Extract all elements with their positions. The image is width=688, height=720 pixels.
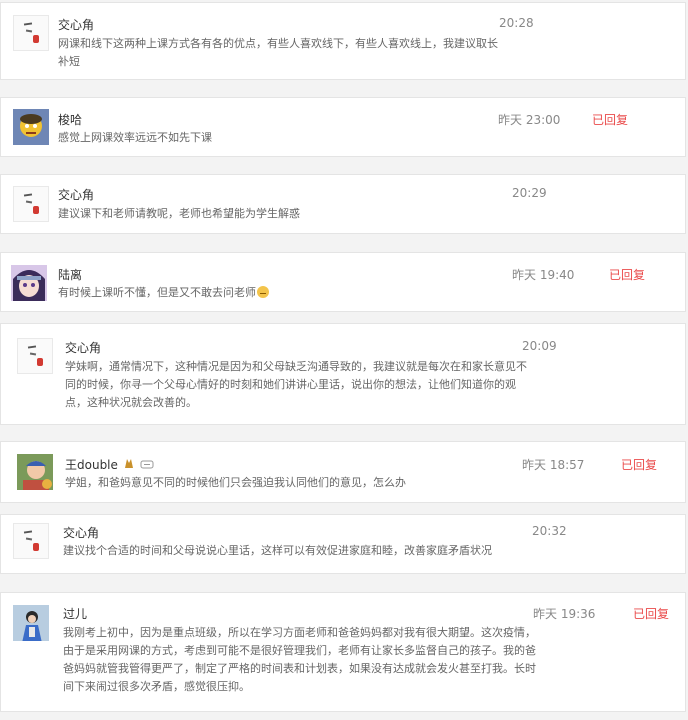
replied-status: 已回复 bbox=[633, 607, 670, 621]
commenter-name[interactable]: 过儿 bbox=[63, 605, 87, 622]
avatar[interactable] bbox=[17, 338, 53, 374]
avatar-image bbox=[13, 605, 49, 641]
avatar-image bbox=[17, 454, 53, 490]
avatar[interactable] bbox=[13, 523, 49, 559]
comment-text: 学姐，和爸妈意见不同的时候他们只会强迫我认同他们的意见，怎么办 bbox=[65, 476, 406, 489]
comment-card: 陆离 昨天 19:40 已回复 有时候上课听不懂，但是又不敢去问老师 bbox=[0, 252, 686, 312]
comment-time: 20:28 bbox=[499, 16, 534, 30]
comment-time: 昨天 23:00 bbox=[498, 113, 561, 127]
avatar-image bbox=[11, 265, 47, 301]
comment-time: 昨天 19:40 bbox=[512, 268, 575, 282]
comment-text: 我刚考上初中，因为是重点班级，所以在学习方面老师和爸爸妈妈都对我有很大期望。这次… bbox=[63, 626, 536, 693]
commenter-name-text: 王double bbox=[65, 458, 118, 472]
commenter-name[interactable]: 交心角 bbox=[63, 524, 99, 541]
comment-text: 建议课下和老师请教呢，老师也希望能为学生解惑 bbox=[58, 207, 300, 220]
comment-card: 过儿 昨天 19:36 已回复 我刚考上初中，因为是重点班级，所以在学习方面老师… bbox=[0, 592, 686, 712]
comment-card: 梭哈 昨天 23:00 已回复 感觉上网课效率远远不如先下课 bbox=[0, 97, 686, 157]
commenter-name[interactable]: 王double bbox=[65, 456, 154, 473]
fan-badge-icon bbox=[124, 459, 133, 468]
comment-text: 学妹啊，通常情况下，这种情况是因为和父母缺乏沟通导致的，我建议就是每次在和家长意… bbox=[65, 360, 527, 409]
comment-card: 交心角 20:32 建议找个合适的时间和父母说说心里话，这样可以有效促进家庭和睦… bbox=[0, 514, 686, 574]
comment-time: 20:29 bbox=[512, 186, 547, 200]
comment-card: 交心角 20:29 建议课下和老师请教呢，老师也希望能为学生解惑 bbox=[0, 174, 686, 234]
comment-time: 昨天 18:57 bbox=[522, 458, 585, 472]
comment-time: 20:32 bbox=[532, 524, 567, 538]
avatar[interactable] bbox=[13, 605, 49, 641]
awkward-face-emoji-icon bbox=[257, 286, 269, 298]
replied-status: 已回复 bbox=[621, 458, 658, 472]
comment-time: 20:09 bbox=[522, 339, 557, 353]
avatar[interactable] bbox=[13, 109, 49, 145]
comment-text: 建议找个合适的时间和父母说说心里话，这样可以有效促进家庭和睦，改善家庭矛盾状况 bbox=[63, 544, 492, 557]
commenter-name[interactable]: 交心角 bbox=[58, 16, 94, 33]
comment-card: 交心角 20:09 学妹啊，通常情况下，这种情况是因为和父母缺乏沟通导致的，我建… bbox=[0, 323, 686, 425]
replied-status: 已回复 bbox=[609, 268, 646, 282]
avatar[interactable] bbox=[13, 15, 49, 51]
avatar[interactable] bbox=[11, 265, 47, 301]
commenter-name[interactable]: 交心角 bbox=[58, 186, 94, 203]
comment-text: 有时候上课听不懂，但是又不敢去问老师 bbox=[58, 284, 478, 302]
replied-status: 已回复 bbox=[592, 113, 629, 127]
avatar[interactable] bbox=[13, 186, 49, 222]
commenter-name[interactable]: 陆离 bbox=[58, 266, 82, 283]
comment-card: 王double 昨天 18:57 已回复 学姐，和爸妈意见不同的时候他们只会强迫… bbox=[0, 441, 686, 503]
comment-text: 感觉上网课效率远远不如先下课 bbox=[58, 131, 212, 144]
comment-text-content: 有时候上课听不懂，但是又不敢去问老师 bbox=[58, 286, 256, 299]
avatar-image bbox=[13, 109, 49, 145]
commenter-name[interactable]: 交心角 bbox=[65, 339, 101, 356]
level-badge-icon bbox=[140, 460, 154, 469]
comment-text: 网课和线下这两种上课方式各有各的优点，有些人喜欢线下，有些人喜欢线上，我建议取长… bbox=[58, 37, 498, 68]
commenter-name[interactable]: 梭哈 bbox=[58, 111, 82, 128]
avatar[interactable] bbox=[17, 454, 53, 490]
comment-time: 昨天 19:36 bbox=[533, 607, 596, 621]
comment-card: 交心角 20:28 网课和线下这两种上课方式各有各的优点，有些人喜欢线下，有些人… bbox=[0, 2, 686, 80]
